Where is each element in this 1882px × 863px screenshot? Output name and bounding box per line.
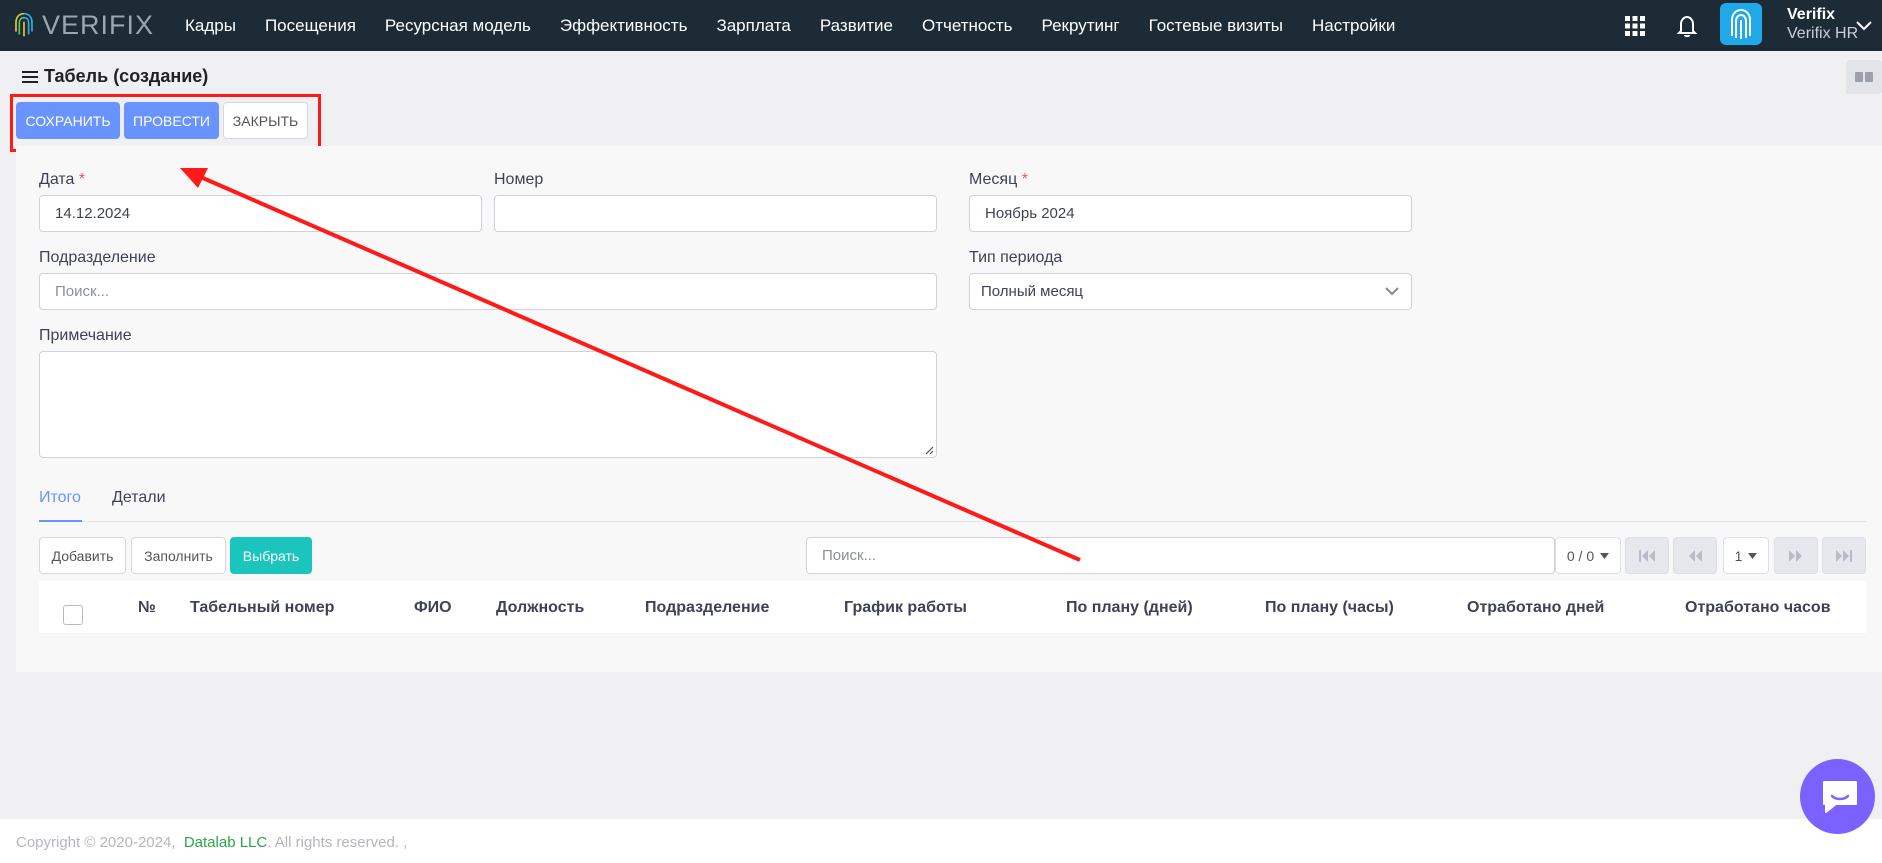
panel-icon	[1855, 72, 1873, 82]
chat-bubble-icon	[1822, 780, 1857, 813]
chevron-down-icon[interactable]	[1855, 20, 1873, 32]
date-field[interactable]: 14.12.2024	[39, 195, 482, 232]
add-button[interactable]: Добавить	[39, 537, 126, 574]
logo[interactable]: VERIFIX	[14, 4, 154, 46]
select-button[interactable]: Выбрать	[230, 537, 312, 574]
period-type-select[interactable]: Полный месяц	[969, 273, 1412, 310]
apps-grid-icon[interactable]	[1622, 13, 1648, 39]
nav-item-salary[interactable]: Зарплата	[716, 16, 790, 36]
column-header-plan-days[interactable]: По плану (дней)	[1066, 599, 1193, 617]
bell-icon[interactable]	[1674, 13, 1700, 39]
division-label: Подразделение	[39, 249, 156, 266]
logo-text: VERIFIX	[41, 9, 154, 40]
user-info[interactable]: Verifix Verifix HR	[1787, 5, 1858, 43]
annotation-highlight-box	[10, 94, 321, 152]
period-type-label: Тип периода	[969, 249, 1063, 266]
page-size-select[interactable]: 0 / 0	[1555, 537, 1621, 574]
last-page-button[interactable]	[1822, 537, 1866, 574]
fingerprint-icon	[15, 12, 33, 37]
active-tab-indicator	[39, 520, 82, 522]
company-link[interactable]: Datalab LLC	[184, 834, 267, 851]
caret-down-icon	[1748, 552, 1758, 559]
nav-item-development[interactable]: Развитие	[820, 16, 893, 36]
number-label: Номер	[494, 171, 544, 188]
last-page-icon	[1836, 549, 1852, 562]
page-number: 1	[1734, 547, 1743, 564]
user-name: Verifix	[1787, 6, 1836, 23]
page-title: Табель (создание)	[44, 66, 209, 86]
number-field[interactable]	[494, 195, 937, 232]
first-page-button[interactable]	[1625, 537, 1669, 574]
main-nav: Кадры Посещения Ресурсная модель Эффекти…	[185, 0, 1424, 51]
nav-item-reports[interactable]: Отчетность	[922, 16, 1013, 36]
hamburger-menu-icon[interactable]	[22, 70, 38, 84]
division-search-input[interactable]: Поиск...	[39, 273, 937, 310]
nav-item-attendance[interactable]: Посещения	[265, 16, 356, 36]
first-page-icon	[1639, 549, 1655, 562]
column-header-position[interactable]: Должность	[496, 599, 584, 617]
note-label: Примечание	[39, 327, 132, 344]
sidebar-toggle-button[interactable]	[1846, 60, 1882, 94]
period-type-value: Полный месяц	[981, 283, 1084, 300]
month-field[interactable]: Ноябрь 2024	[969, 195, 1412, 232]
prev-page-button[interactable]	[1673, 537, 1717, 574]
fingerprint-avatar-icon	[1731, 8, 1751, 39]
nav-item-guest-visits[interactable]: Гостевые визиты	[1149, 16, 1283, 36]
tab-details[interactable]: Детали	[112, 489, 166, 507]
month-label: Месяц *	[969, 171, 1028, 188]
footer-text: Copyright © 2020-2024, Datalab LLC. All …	[16, 834, 407, 851]
rewind-icon	[1689, 549, 1702, 562]
column-header-plan-hours[interactable]: По плану (часы)	[1265, 599, 1394, 617]
rights-text: . All rights reserved. ,	[267, 834, 408, 851]
column-header-personnel-number[interactable]: Табельный номер	[190, 599, 334, 617]
nav-item-resource-model[interactable]: Ресурсная модель	[385, 16, 531, 36]
resize-handle-icon[interactable]	[924, 445, 934, 455]
row-count: 0 / 0	[1566, 547, 1595, 564]
column-header-schedule[interactable]: График работы	[844, 599, 967, 617]
column-header-division[interactable]: Подразделение	[645, 599, 769, 617]
chat-button[interactable]	[1800, 759, 1875, 834]
top-navbar: VERIFIX Кадры Посещения Ресурсная модель…	[0, 0, 1882, 51]
page-heading: Табель (создание)	[22, 66, 208, 87]
fast-forward-icon	[1789, 549, 1802, 562]
fill-button[interactable]: Заполнить	[131, 537, 226, 574]
column-header-worked-hours[interactable]: Отработано часов	[1685, 599, 1831, 617]
chevron-down-icon	[1385, 287, 1399, 296]
select-all-checkbox[interactable]	[63, 605, 83, 625]
caret-down-icon	[1600, 552, 1610, 559]
nav-item-staff[interactable]: Кадры	[185, 16, 236, 36]
column-header-worked-days[interactable]: Отработано дней	[1467, 599, 1604, 617]
avatar[interactable]	[1720, 3, 1762, 45]
table-search-input[interactable]: Поиск...	[806, 537, 1555, 574]
tab-total[interactable]: Итого	[39, 489, 81, 507]
nav-item-settings[interactable]: Настройки	[1312, 16, 1395, 36]
nav-item-efficiency[interactable]: Эффективность	[560, 16, 688, 36]
column-header-full-name[interactable]: ФИО	[414, 599, 452, 617]
copyright: Copyright © 2020-2024,	[16, 834, 176, 851]
user-org: Verifix HR	[1787, 25, 1859, 42]
page-number-select[interactable]: 1	[1723, 537, 1769, 574]
nav-item-recruiting[interactable]: Рекрутинг	[1042, 16, 1120, 36]
date-label: Дата *	[39, 171, 86, 188]
note-textarea[interactable]	[39, 351, 937, 458]
column-header-number[interactable]: №	[138, 599, 156, 617]
next-page-button[interactable]	[1774, 537, 1818, 574]
tabs-divider	[39, 521, 1866, 522]
